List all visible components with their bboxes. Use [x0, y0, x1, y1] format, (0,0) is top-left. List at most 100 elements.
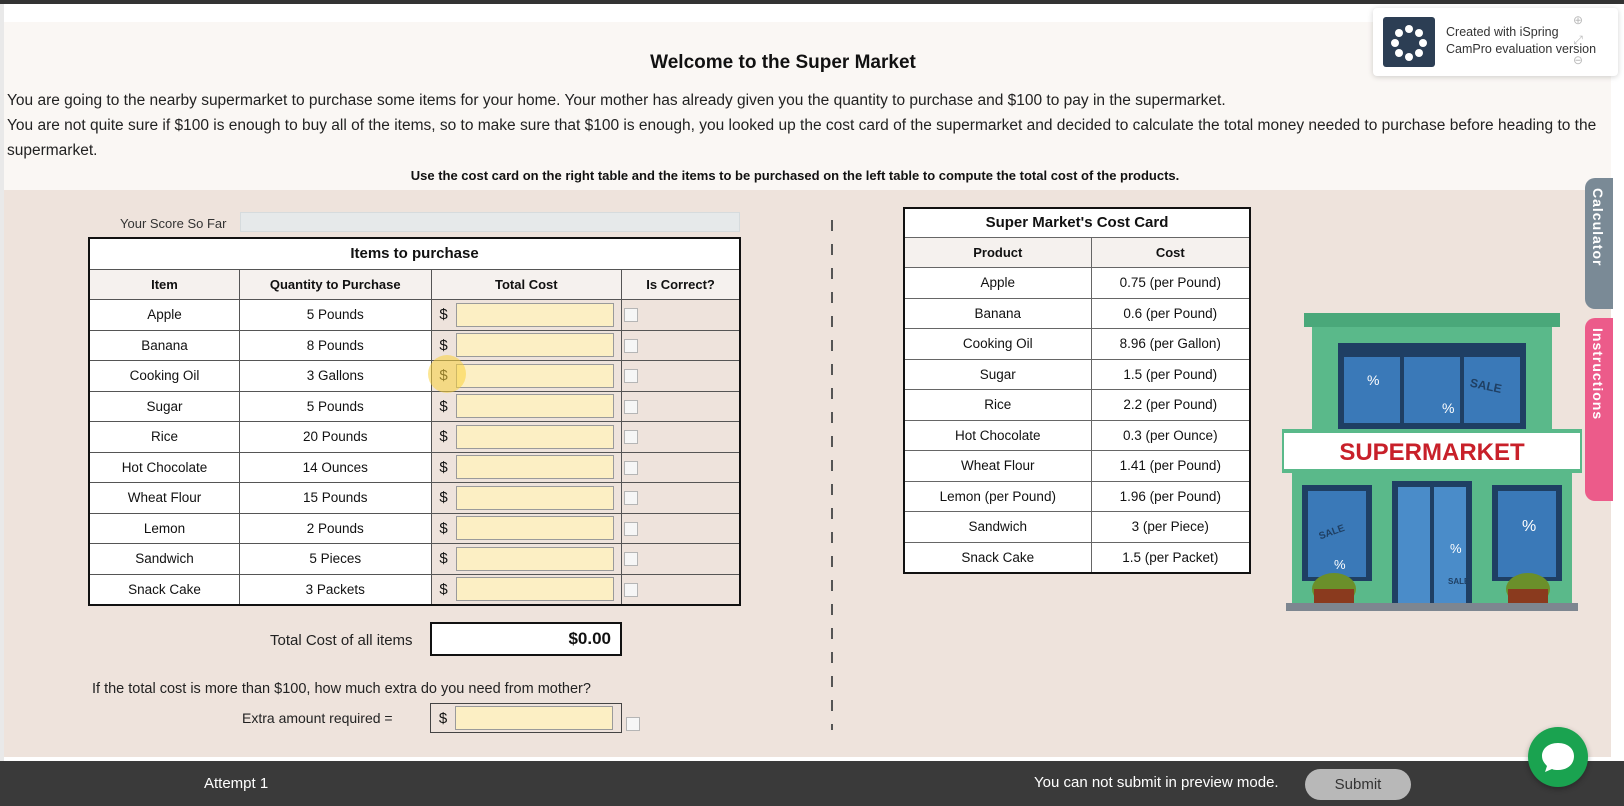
is-correct-cell [621, 543, 741, 575]
item-name: Sandwich [88, 543, 240, 575]
table-row: Sugar 5 Pounds $ [88, 390, 741, 422]
currency-symbol: $ [439, 519, 448, 537]
item-quantity: 3 Packets [238, 573, 432, 605]
item-name: Wheat Flour [88, 482, 240, 514]
is-correct-cell [621, 360, 741, 392]
total-cost-input[interactable] [455, 485, 614, 510]
total-cost-cell: $ [430, 482, 623, 514]
is-correct-checkbox [624, 552, 639, 567]
extra-amount-field: $ [430, 703, 622, 733]
total-cost-cell: $ [430, 299, 623, 331]
product-name: Hot Chocolate [903, 419, 1092, 451]
total-cost-cell: $ [430, 543, 623, 575]
product-name: Sugar [903, 358, 1092, 390]
item-quantity: 5 Pieces [238, 543, 432, 575]
table-row: Banana 0.6 (per Pound) [903, 297, 1251, 329]
zoom-out-icon[interactable]: ⊖ [1570, 50, 1586, 70]
item-quantity: 8 Pounds [238, 329, 432, 361]
attempt-counter: Attempt 1 [204, 775, 269, 792]
is-correct-cell [621, 421, 741, 453]
instructions-tab[interactable]: Instructions [1585, 318, 1613, 501]
calculator-tab[interactable]: Calculator [1585, 178, 1613, 309]
table-row: Rice 20 Pounds $ [88, 421, 741, 453]
cost-card-body: Apple 0.75 (per Pound) Banana 0.6 (per Poun… [903, 267, 1251, 573]
table-row: Banana 8 Pounds $ [88, 329, 741, 361]
zoom-in-icon[interactable]: ⊕ [1570, 10, 1586, 30]
total-cost-input[interactable] [455, 546, 614, 571]
total-cost-input[interactable] [455, 577, 614, 601]
total-cost-cell: $ [430, 390, 623, 422]
item-quantity: 3 Gallons [238, 360, 432, 392]
is-correct-checkbox [624, 369, 639, 384]
cost-card-caption: Super Market's Cost Card [903, 207, 1251, 238]
is-correct-checkbox [624, 582, 639, 597]
currency-symbol: $ [439, 458, 448, 476]
total-cost-cell: $ [430, 573, 623, 605]
window-percent-5: % [1522, 518, 1536, 535]
product-name: Cooking Oil [903, 328, 1092, 360]
window-sale-3: SALE [1448, 577, 1470, 586]
is-correct-checkbox [624, 491, 639, 506]
item-quantity: 20 Pounds [238, 421, 432, 453]
column-header-item: Item [88, 268, 240, 300]
calculator-tab-label: Calculator [1590, 188, 1606, 267]
score-progress-bar [240, 212, 740, 232]
currency-symbol: $ [439, 397, 448, 415]
upper-window-1 [1344, 357, 1400, 423]
table-row: Apple 5 Pounds $ [88, 299, 741, 331]
table-row: Sandwich 3 (per Piece) [903, 511, 1251, 543]
page-title: Welcome to the Super Market [650, 52, 916, 73]
extra-amount-input[interactable] [455, 706, 613, 730]
total-cost-input[interactable] [455, 516, 614, 541]
product-name: Banana [903, 297, 1092, 329]
product-cost: 1.96 (per Pound) [1090, 480, 1251, 512]
item-quantity: 15 Pounds [238, 482, 432, 514]
product-name: Apple [903, 267, 1092, 299]
total-cost-cell: $ [430, 421, 623, 453]
zoom-controls[interactable]: ⊕ ⤢ ⊖ [1570, 10, 1586, 70]
currency-symbol: $ [439, 306, 448, 324]
items-to-purchase-table: Items to purchase Item Quantity to Purch… [88, 237, 741, 606]
roof-top [1304, 313, 1560, 327]
intro-text: You are going to the nearby supermarket … [7, 88, 1597, 163]
total-cost-input[interactable] [455, 394, 614, 419]
item-name: Banana [88, 329, 240, 361]
item-quantity: 5 Pounds [238, 299, 432, 331]
product-cost: 3 (per Piece) [1090, 511, 1251, 543]
is-correct-checkbox [624, 460, 639, 475]
is-correct-checkbox [624, 338, 639, 353]
submit-button[interactable]: Submit [1305, 769, 1411, 800]
is-correct-cell [621, 573, 741, 605]
column-header-quantity: Quantity to Purchase [238, 268, 432, 300]
table-row: Snack Cake 3 Packets $ [88, 573, 741, 605]
total-cost-input[interactable] [455, 302, 614, 327]
sidewalk [1286, 603, 1578, 611]
entrance-door-left [1398, 487, 1430, 603]
total-cost-input[interactable] [455, 363, 614, 388]
total-cost-input[interactable] [455, 333, 614, 358]
product-name: Rice [903, 389, 1092, 421]
intro-paragraph-2: You are not quite sure if $100 is enough… [7, 117, 1597, 159]
is-correct-cell [621, 329, 741, 361]
window-percent-2: % [1442, 400, 1454, 416]
chat-button[interactable] [1528, 727, 1588, 787]
total-cost-label: Total Cost of all items [270, 632, 413, 649]
window-percent-3: % [1334, 557, 1346, 572]
preview-mode-message: You can not submit in preview mode. [1034, 774, 1279, 791]
total-cost-input[interactable] [455, 424, 614, 449]
product-cost: 1.41 (per Pound) [1090, 450, 1251, 482]
item-name: Rice [88, 421, 240, 453]
ispring-burst-icon [1391, 25, 1427, 61]
extra-amount-question: If the total cost is more than $100, how… [92, 681, 591, 697]
product-name: Snack Cake [903, 541, 1092, 573]
total-cost-cell: $ [430, 451, 623, 483]
currency-symbol: $ [439, 428, 448, 446]
fit-screen-icon[interactable]: ⤢ [1570, 30, 1586, 50]
total-cost-input[interactable] [455, 455, 614, 480]
table-row: Lemon 2 Pounds $ [88, 512, 741, 544]
extra-amount-label: Extra amount required = [242, 710, 393, 726]
total-cost-cell: $ [430, 512, 623, 544]
table-row: Cooking Oil3 Gallons$ [88, 360, 741, 392]
currency-symbol: $ [439, 336, 448, 354]
cursor-highlight [428, 355, 466, 393]
